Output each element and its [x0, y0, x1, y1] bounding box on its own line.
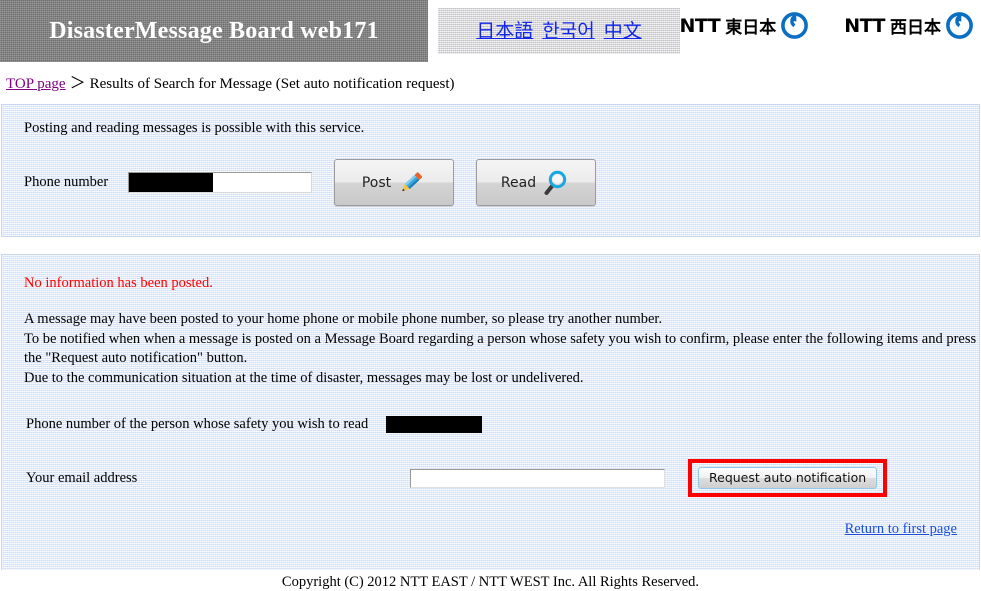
- email-address-label: Your email address: [26, 469, 138, 486]
- post-button-label: Post: [361, 174, 392, 191]
- breadcrumb-separator: ＞: [69, 75, 86, 92]
- lang-chinese-link[interactable]: 中文: [604, 21, 642, 41]
- ntt-west-region: 西日本: [890, 18, 941, 38]
- service-intro-text: Posting and reading messages is possible…: [24, 120, 365, 136]
- instruction-line-1: A message may have been posted to your h…: [24, 311, 663, 327]
- ntt-circle-icon: [946, 12, 973, 39]
- lang-japanese-link[interactable]: 日本語: [476, 21, 533, 41]
- no-information-message: No information has been posted.: [24, 275, 213, 291]
- breadcrumb-current: Results of Search for Message (Set auto …: [89, 76, 455, 92]
- search-panel: Posting and reading messages is possible…: [1, 104, 980, 237]
- magnifier-icon: [544, 170, 567, 195]
- safety-phone-label: Phone number of the person whose safety …: [26, 416, 369, 432]
- breadcrumb-top-page-link[interactable]: TOP page: [6, 76, 66, 92]
- return-to-first-page-link[interactable]: Return to first page: [845, 521, 957, 537]
- phone-search-row: Phone number Post Read: [2, 137, 979, 206]
- notify-button-highlight: Request auto notification: [688, 459, 888, 497]
- safety-phone-row: Phone number of the person whose safety …: [2, 388, 979, 433]
- ntt-east-logo: NTT 東日本: [679, 12, 809, 39]
- safety-phone-redaction: [386, 416, 483, 433]
- pencil-icon: [402, 171, 423, 191]
- phone-input-wrapper: [128, 172, 312, 193]
- post-button[interactable]: Post: [334, 159, 454, 206]
- ntt-west-logo: NTT 西日本: [844, 12, 973, 39]
- request-auto-notification-button[interactable]: Request auto notification: [698, 467, 878, 489]
- ntt-logo-group: NTT 東日本 NTT 西日本: [679, 12, 973, 39]
- instruction-line-2: To be notified when when a message is po…: [24, 330, 977, 367]
- ntt-east-wordmark: NTT: [679, 14, 721, 37]
- results-panel: No information has been posted. A messag…: [1, 254, 980, 590]
- email-row: Your email address Request auto notifica…: [2, 433, 979, 497]
- site-title: DisasterMessage Board web171: [49, 17, 379, 44]
- instructions-block: A message may have been posted to your h…: [2, 292, 979, 388]
- ntt-east-region: 東日本: [725, 18, 777, 38]
- instruction-line-3: Due to the communication situation at th…: [24, 369, 584, 386]
- breadcrumb: TOP page ＞ Results of Search for Message (…: [0, 64, 981, 92]
- return-link-row: Return to first page: [2, 497, 979, 538]
- phone-number-input[interactable]: [128, 172, 312, 193]
- copyright-text: Copyright (C) 2012 NTT EAST / NTT WEST I…: [281, 574, 700, 590]
- read-button[interactable]: Read: [476, 159, 596, 206]
- email-address-input[interactable]: [410, 468, 665, 488]
- site-title-bar: DisasterMessage Board web171: [0, 0, 428, 62]
- phone-number-label: Phone number: [24, 174, 109, 190]
- read-button-label: Read: [500, 174, 537, 191]
- lang-korean-link[interactable]: 한국어: [542, 21, 594, 41]
- ntt-circle-icon: [781, 12, 809, 39]
- language-switcher: 日本語 한국어 中文: [438, 8, 680, 54]
- page-header: DisasterMessage Board web171 日本語 한국어 中文 …: [0, 0, 981, 64]
- ntt-west-wordmark: NTT: [844, 14, 885, 37]
